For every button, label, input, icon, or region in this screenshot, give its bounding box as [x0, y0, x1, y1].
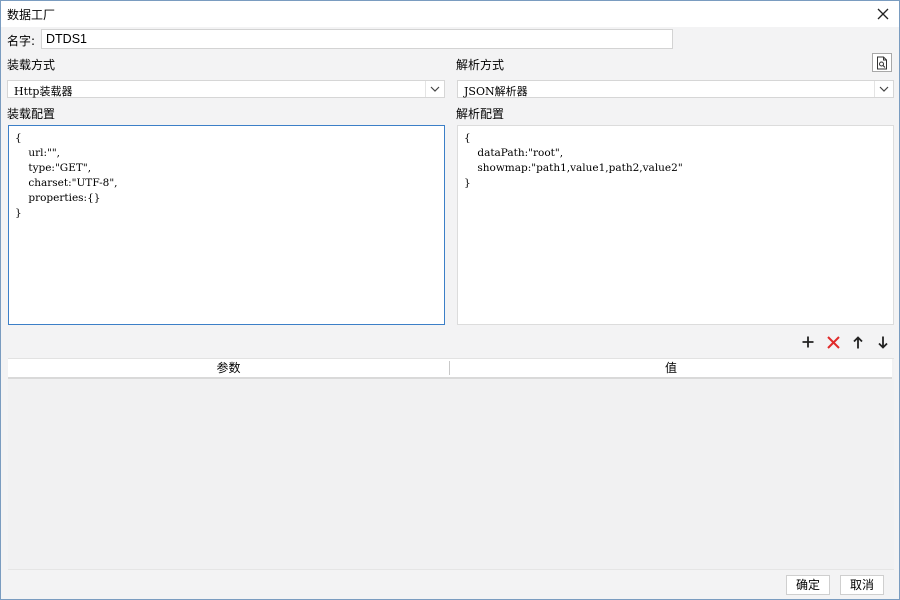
loader-config-label: 装载配置 [7, 107, 56, 121]
footer-divider [8, 569, 894, 570]
cancel-button[interactable]: 取消 [840, 575, 884, 595]
table-header: 参数 值 [8, 359, 892, 379]
loader-type-value: Http装载器 [14, 85, 73, 98]
preview-button[interactable] [872, 53, 892, 72]
move-up-icon [853, 335, 863, 348]
title-bar: 数据工厂 [1, 1, 899, 27]
move-down-icon [878, 336, 888, 349]
add-icon [802, 336, 814, 348]
name-label: 名字: [7, 34, 36, 48]
parser-config-editor[interactable]: { dataPath:"root", showmap:"path1,value1… [457, 125, 894, 325]
name-input[interactable]: DTDS1 [41, 29, 673, 49]
parser-config-label: 解析配置 [456, 107, 505, 121]
column-header-param[interactable]: 参数 [8, 359, 449, 377]
ok-button[interactable]: 确定 [786, 575, 830, 595]
parser-type-select[interactable]: JSON解析器 [457, 80, 894, 98]
move-up-button[interactable] [847, 332, 869, 352]
chevron-down-icon[interactable] [874, 81, 893, 97]
params-table: 参数 值 [8, 358, 894, 570]
move-down-button[interactable] [872, 332, 894, 352]
data-factory-dialog: 数据工厂 名字: DTDS1 装载方式 Http装载器 装载配置 { url:"… [0, 0, 900, 600]
close-icon [877, 8, 889, 20]
add-row-button[interactable] [797, 332, 819, 352]
loader-config-editor[interactable]: { url:"", type:"GET", charset:"UTF-8", p… [8, 125, 445, 325]
parser-type-value: JSON解析器 [464, 85, 528, 98]
window-title: 数据工厂 [7, 8, 56, 22]
parser-type-label: 解析方式 [456, 58, 505, 72]
delete-icon [826, 335, 840, 349]
document-search-icon [877, 56, 887, 69]
close-button[interactable] [873, 4, 893, 24]
loader-type-select[interactable]: Http装载器 [7, 80, 445, 98]
delete-row-button[interactable] [822, 332, 844, 352]
loader-type-label: 装载方式 [7, 58, 56, 72]
column-header-value[interactable]: 值 [450, 359, 892, 377]
chevron-down-icon[interactable] [425, 81, 444, 97]
